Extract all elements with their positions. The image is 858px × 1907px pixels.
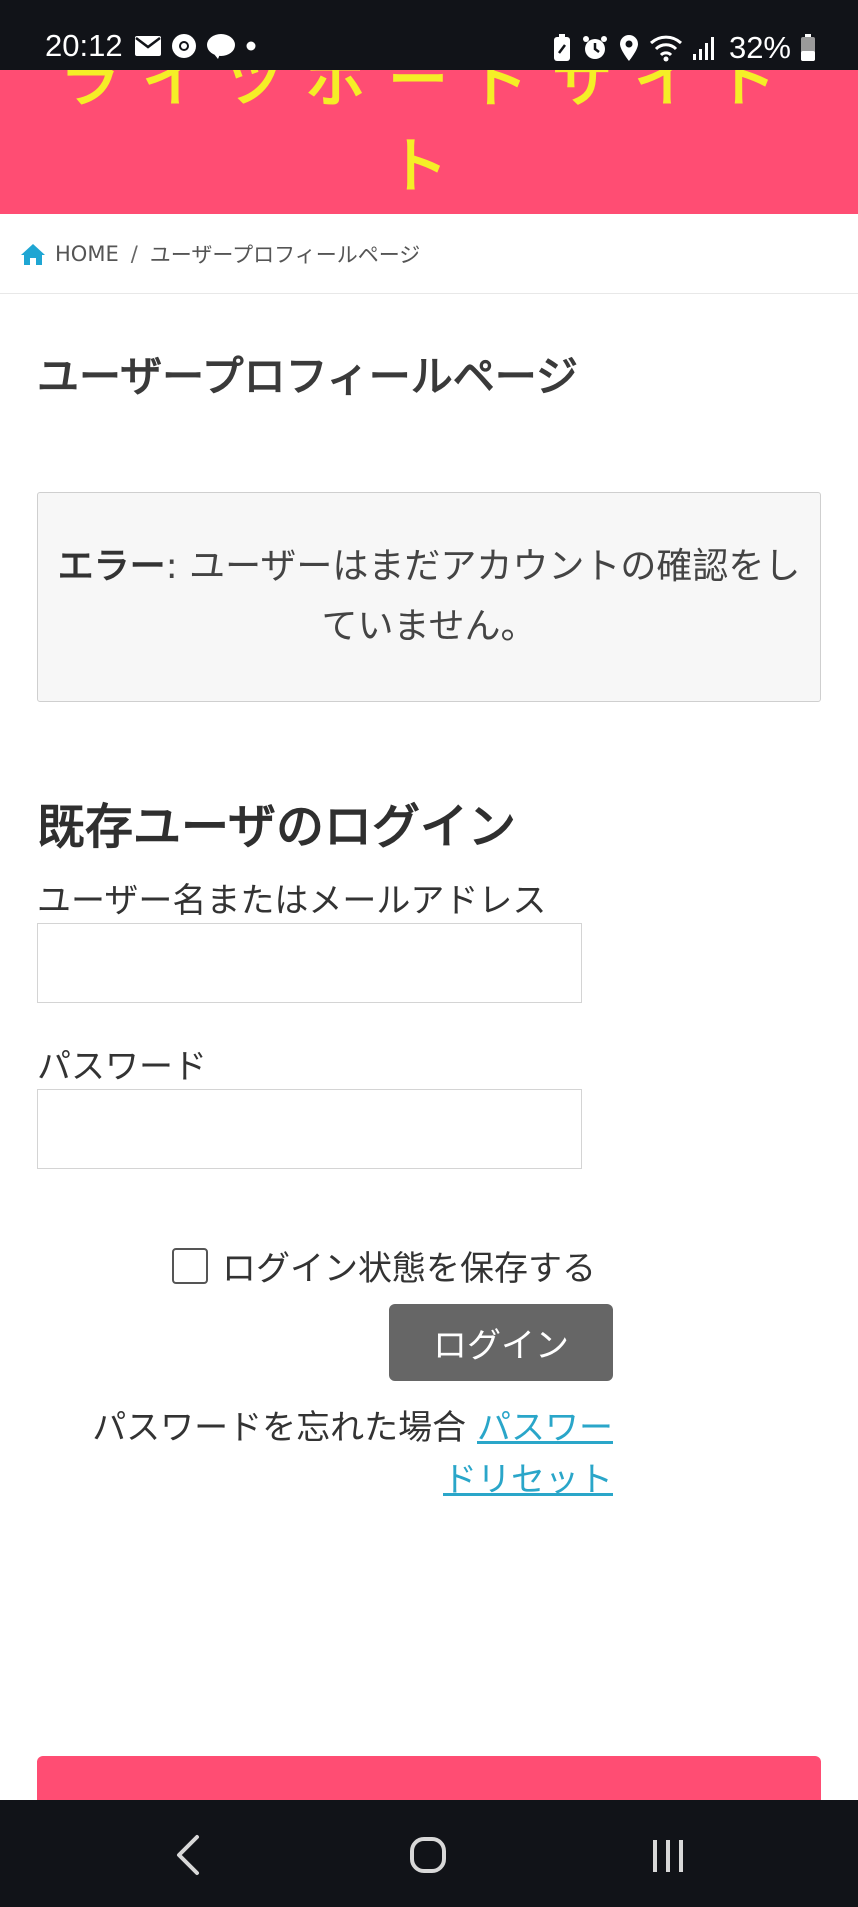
status-time: 20:12: [45, 28, 123, 63]
location-icon: [619, 35, 638, 61]
home-button[interactable]: [398, 1830, 458, 1880]
site-title[interactable]: ライツボードサイト ト: [0, 70, 858, 210]
login-button[interactable]: ログイン: [389, 1304, 613, 1381]
username-label: ユーザー名またはメールアドレス: [37, 881, 547, 921]
wifi-icon: [649, 35, 682, 62]
forgot-password-row: パスワードを忘れた場合 パスワードリセット: [60, 1402, 613, 1506]
recents-icon: [653, 1840, 683, 1872]
error-message: エラー: ユーザーはまだアカウントの確認をしていません。: [44, 537, 814, 657]
home-icon[interactable]: [20, 242, 46, 266]
battery-percent: 32%: [728, 30, 791, 65]
status-bar: 20:12 32%: [0, 0, 858, 70]
navigation-bar: [0, 1800, 858, 1907]
signal-icon: [692, 37, 714, 60]
site-title-line1: ライツボードサイト: [60, 70, 798, 116]
password-label: パスワード: [37, 1047, 207, 1087]
site-header: ライツボードサイト ト: [0, 70, 858, 214]
recents-button[interactable]: [638, 1830, 698, 1880]
site-title-line2: ト: [388, 132, 470, 202]
page-title: ユーザープロフィールページ: [37, 352, 578, 401]
breadcrumb-separator: /: [130, 241, 138, 266]
alarm-icon: [582, 36, 607, 59]
system-icons: 32%: [552, 30, 816, 66]
breadcrumb-home-link[interactable]: HOME: [55, 242, 119, 266]
line-app-icon: [207, 34, 235, 59]
login-section-title: 既存ユーザのログイン: [37, 799, 517, 855]
error-text: : ユーザーはまだアカウントの確認をしていません。: [165, 546, 801, 647]
error-message-box: エラー: ユーザーはまだアカウントの確認をしていません。: [37, 492, 821, 702]
dot-icon: [246, 41, 256, 51]
error-label: エラー: [57, 546, 166, 587]
notification-icons: [134, 33, 257, 59]
username-input[interactable]: [37, 923, 582, 1003]
remember-me-checkbox[interactable]: [172, 1247, 208, 1284]
battery-saver-icon: [553, 34, 570, 61]
back-button[interactable]: [158, 1830, 218, 1880]
battery-icon: [801, 34, 815, 61]
mail-icon: [135, 36, 161, 56]
chrome-icon: [172, 34, 196, 58]
password-input[interactable]: [37, 1089, 582, 1169]
remember-me-label[interactable]: ログイン状態を保存する: [222, 1241, 596, 1290]
home-circle-icon: [410, 1837, 446, 1873]
breadcrumb-current: ユーザープロフィールページ: [149, 242, 421, 267]
back-icon: [177, 1835, 199, 1875]
remember-me-row[interactable]: ログイン状態を保存する: [172, 1241, 596, 1290]
forgot-password-text: パスワードを忘れた場合: [92, 1408, 477, 1448]
breadcrumb: HOME / ユーザープロフィールページ: [0, 214, 858, 294]
